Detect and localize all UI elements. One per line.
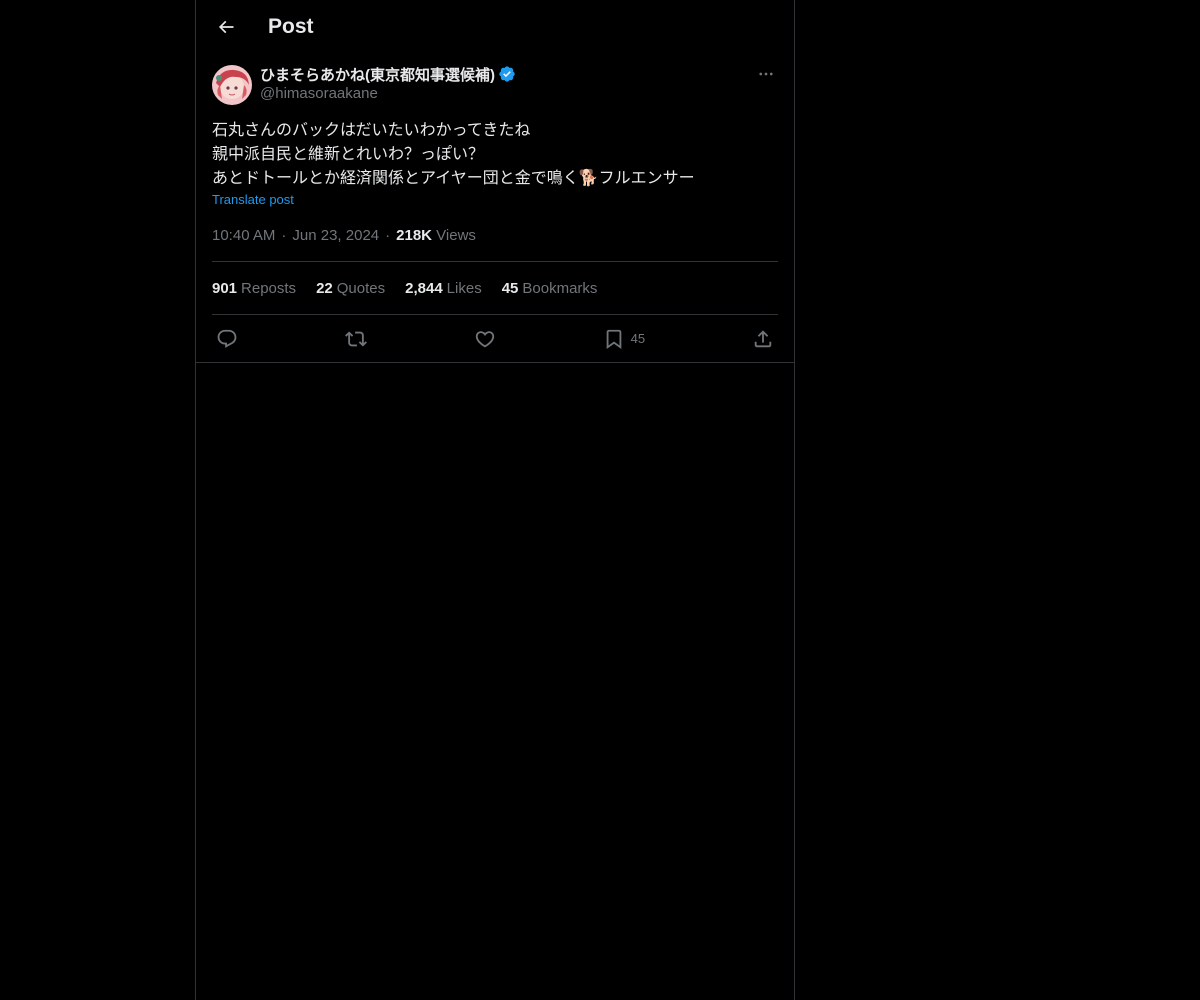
more-button[interactable] <box>754 64 778 84</box>
tweet-time[interactable]: 10:40 AM <box>212 227 275 244</box>
bookmarks-label: Bookmarks <box>522 279 598 297</box>
share-icon <box>754 329 772 347</box>
tweet-text-line: あとドトールとか経済関係とアイヤー団と金で鳴く🐕フルエンサー <box>212 170 695 187</box>
tweet-date[interactable]: Jun 23, 2024 <box>292 227 379 244</box>
display-name[interactable]: ひまそらあかね(東京都知事選候補) <box>260 64 495 85</box>
back-button[interactable] <box>212 13 240 41</box>
name-line: ひまそらあかね(東京都知事選候補) <box>260 64 516 84</box>
tweet-text: 石丸さんのバックはだいたいわかってきたね 親中派自民と維新とれいわ？っぽい？ あ… <box>212 119 778 191</box>
reposts-label: Reposts <box>241 279 297 297</box>
bookmark-button[interactable]: 45 <box>603 328 645 350</box>
views-count: 218K <box>396 227 432 244</box>
quotes-count: 22 <box>316 279 333 297</box>
top-bar: Post <box>196 0 794 54</box>
bookmark-icon <box>606 329 621 349</box>
likes-count: 2,844 <box>405 279 443 297</box>
repost-button[interactable] <box>344 328 367 350</box>
bookmark-count: 45 <box>630 331 646 346</box>
likes-label: Likes <box>446 279 482 297</box>
tweet-text-line: 親中派自民と維新とれいわ？っぽい？ <box>212 146 485 163</box>
heart-icon <box>475 330 494 347</box>
engagement-stats: 901 Reposts 22 Quotes 2,844 Likes 45 Bookmar… <box>212 262 778 315</box>
meta-separator: · <box>281 227 287 244</box>
repost-icon <box>344 331 367 346</box>
share-button[interactable] <box>752 328 774 350</box>
translate-post-link[interactable]: Translate post <box>212 191 294 209</box>
tweet: ひまそらあかね(東京都知事選候補) @himasoraakane 石丸さんのバッ… <box>196 54 794 363</box>
page-title: Post <box>268 15 314 38</box>
views-label: Views <box>436 227 476 244</box>
bookmarks-count: 45 <box>501 279 519 297</box>
reposts-stat[interactable]: 901 Reposts <box>212 280 296 297</box>
quotes-stat[interactable]: 22 Quotes <box>316 280 385 297</box>
tweet-text-line: 石丸さんのバックはだいたいわかってきたね <box>212 122 531 139</box>
tweet-meta: 10:40 AM · Jun 23, 2024 · 218K Views <box>212 226 778 262</box>
reposts-count: 901 <box>212 279 238 297</box>
arrow-left-icon <box>218 20 234 34</box>
verified-badge-icon <box>499 66 515 82</box>
author-info: ひまそらあかね(東京都知事選候補) @himasoraakane <box>260 64 516 104</box>
reply-icon <box>217 329 237 348</box>
author-row: ひまそらあかね(東京都知事選候補) @himasoraakane <box>212 64 778 108</box>
avatar[interactable] <box>212 65 252 105</box>
avatar-image <box>212 65 252 105</box>
like-button[interactable] <box>474 328 496 350</box>
meta-separator: · <box>385 227 391 244</box>
quotes-label: Quotes <box>336 279 386 297</box>
reply-button[interactable] <box>216 328 238 350</box>
main-column: Post ひまそらあかね(東京都知事選候補) @himasoraakane 石丸… <box>195 0 795 1000</box>
handle[interactable]: @himasoraakane <box>260 84 516 104</box>
action-bar: 45 <box>212 315 778 362</box>
more-horizontal-icon <box>759 72 773 76</box>
likes-stat[interactable]: 2,844 Likes <box>405 280 482 297</box>
bookmarks-stat[interactable]: 45 Bookmarks <box>502 280 598 297</box>
